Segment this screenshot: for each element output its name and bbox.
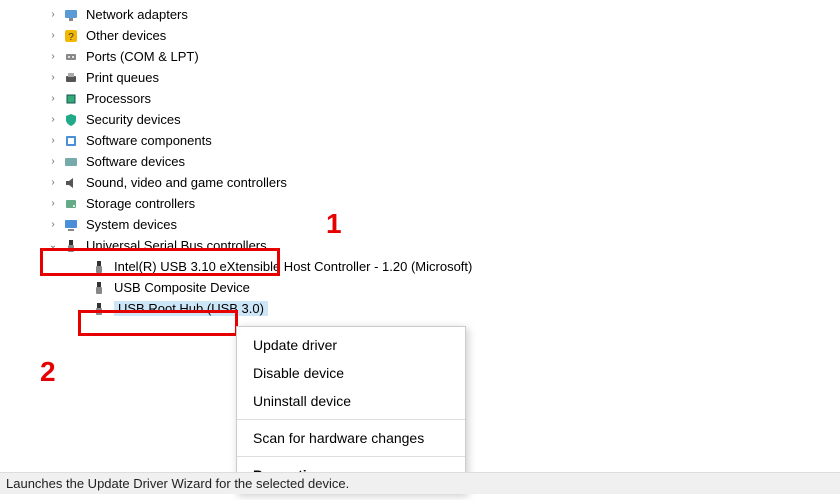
tree-item-label: Software components [86,133,212,148]
tree-item-software-components[interactable]: › Software components [30,130,840,151]
tree-item-label: Security devices [86,112,181,127]
menu-item-uninstall-device[interactable]: Uninstall device [237,387,465,415]
tree-item-ports[interactable]: › Ports (COM & LPT) [30,46,840,67]
annotation-number-2: 2 [40,356,56,388]
tree-item-security-devices[interactable]: › Security devices [30,109,840,130]
tree-item-system-devices[interactable]: › System devices [30,214,840,235]
other-icon: ? [62,27,80,45]
system-icon [62,216,80,234]
network-icon [62,6,80,24]
menu-separator [237,456,465,457]
sound-icon [62,174,80,192]
menu-item-disable-device[interactable]: Disable device [237,359,465,387]
cpu-icon [62,90,80,108]
ports-icon [62,48,80,66]
menu-item-update-driver[interactable]: Update driver [237,331,465,359]
tree-item-processors[interactable]: › Processors [30,88,840,109]
usb-icon [62,237,80,255]
chevron-right-icon: › [46,9,60,20]
security-icon [62,111,80,129]
menu-item-label: Disable device [253,365,344,381]
tree-item-label: Processors [86,91,151,106]
context-menu: Update driver Disable device Uninstall d… [236,326,466,494]
device-tree: › Network adapters › ? Other devices › P… [0,0,840,319]
tree-item-label: Universal Serial Bus controllers [86,238,267,253]
menu-item-scan-hardware[interactable]: Scan for hardware changes [237,424,465,452]
usb-icon [90,300,108,318]
menu-item-label: Update driver [253,337,337,353]
tree-item-usb-root-hub[interactable]: USB Root Hub (USB 3.0) [30,298,840,319]
chevron-right-icon: › [46,30,60,41]
tree-item-other-devices[interactable]: › ? Other devices [30,25,840,46]
swcomp-icon [62,132,80,150]
tree-item-usb-controllers[interactable]: ⌄ Universal Serial Bus controllers [30,235,840,256]
menu-item-label: Uninstall device [253,393,351,409]
menu-separator [237,419,465,420]
tree-item-label: Intel(R) USB 3.10 eXtensible Host Contro… [114,259,472,274]
chevron-right-icon: › [46,135,60,146]
chevron-right-icon: › [46,72,60,83]
chevron-down-icon: ⌄ [46,240,60,251]
chevron-right-icon: › [46,219,60,230]
chevron-right-icon: › [46,156,60,167]
tree-item-sound[interactable]: › Sound, video and game controllers [30,172,840,193]
tree-item-storage-controllers[interactable]: › Storage controllers [30,193,840,214]
chevron-right-icon: › [46,51,60,62]
tree-item-usb-child[interactable]: USB Composite Device [30,277,840,298]
swdev-icon [62,153,80,171]
tree-item-label: Print queues [86,70,159,85]
tree-item-label: USB Root Hub (USB 3.0) [114,301,268,316]
storage-icon [62,195,80,213]
status-bar-text: Launches the Update Driver Wizard for th… [6,476,349,491]
tree-item-label: System devices [86,217,177,232]
menu-item-label: Scan for hardware changes [253,430,424,446]
tree-item-label: Network adapters [86,7,188,22]
tree-item-label: USB Composite Device [114,280,250,295]
tree-item-label: Ports (COM & LPT) [86,49,199,64]
tree-item-label: Software devices [86,154,185,169]
svg-text:?: ? [68,32,74,43]
tree-item-label: Other devices [86,28,166,43]
usb-icon [90,258,108,276]
chevron-right-icon: › [46,198,60,209]
tree-item-usb-child[interactable]: Intel(R) USB 3.10 eXtensible Host Contro… [30,256,840,277]
status-bar: Launches the Update Driver Wizard for th… [0,472,840,494]
tree-item-software-devices[interactable]: › Software devices [30,151,840,172]
usb-icon [90,279,108,297]
tree-item-print-queues[interactable]: › Print queues [30,67,840,88]
chevron-right-icon: › [46,177,60,188]
printer-icon [62,69,80,87]
chevron-right-icon: › [46,114,60,125]
tree-item-network-adapters[interactable]: › Network adapters [30,4,840,25]
tree-item-label: Storage controllers [86,196,195,211]
tree-item-label: Sound, video and game controllers [86,175,287,190]
chevron-right-icon: › [46,93,60,104]
